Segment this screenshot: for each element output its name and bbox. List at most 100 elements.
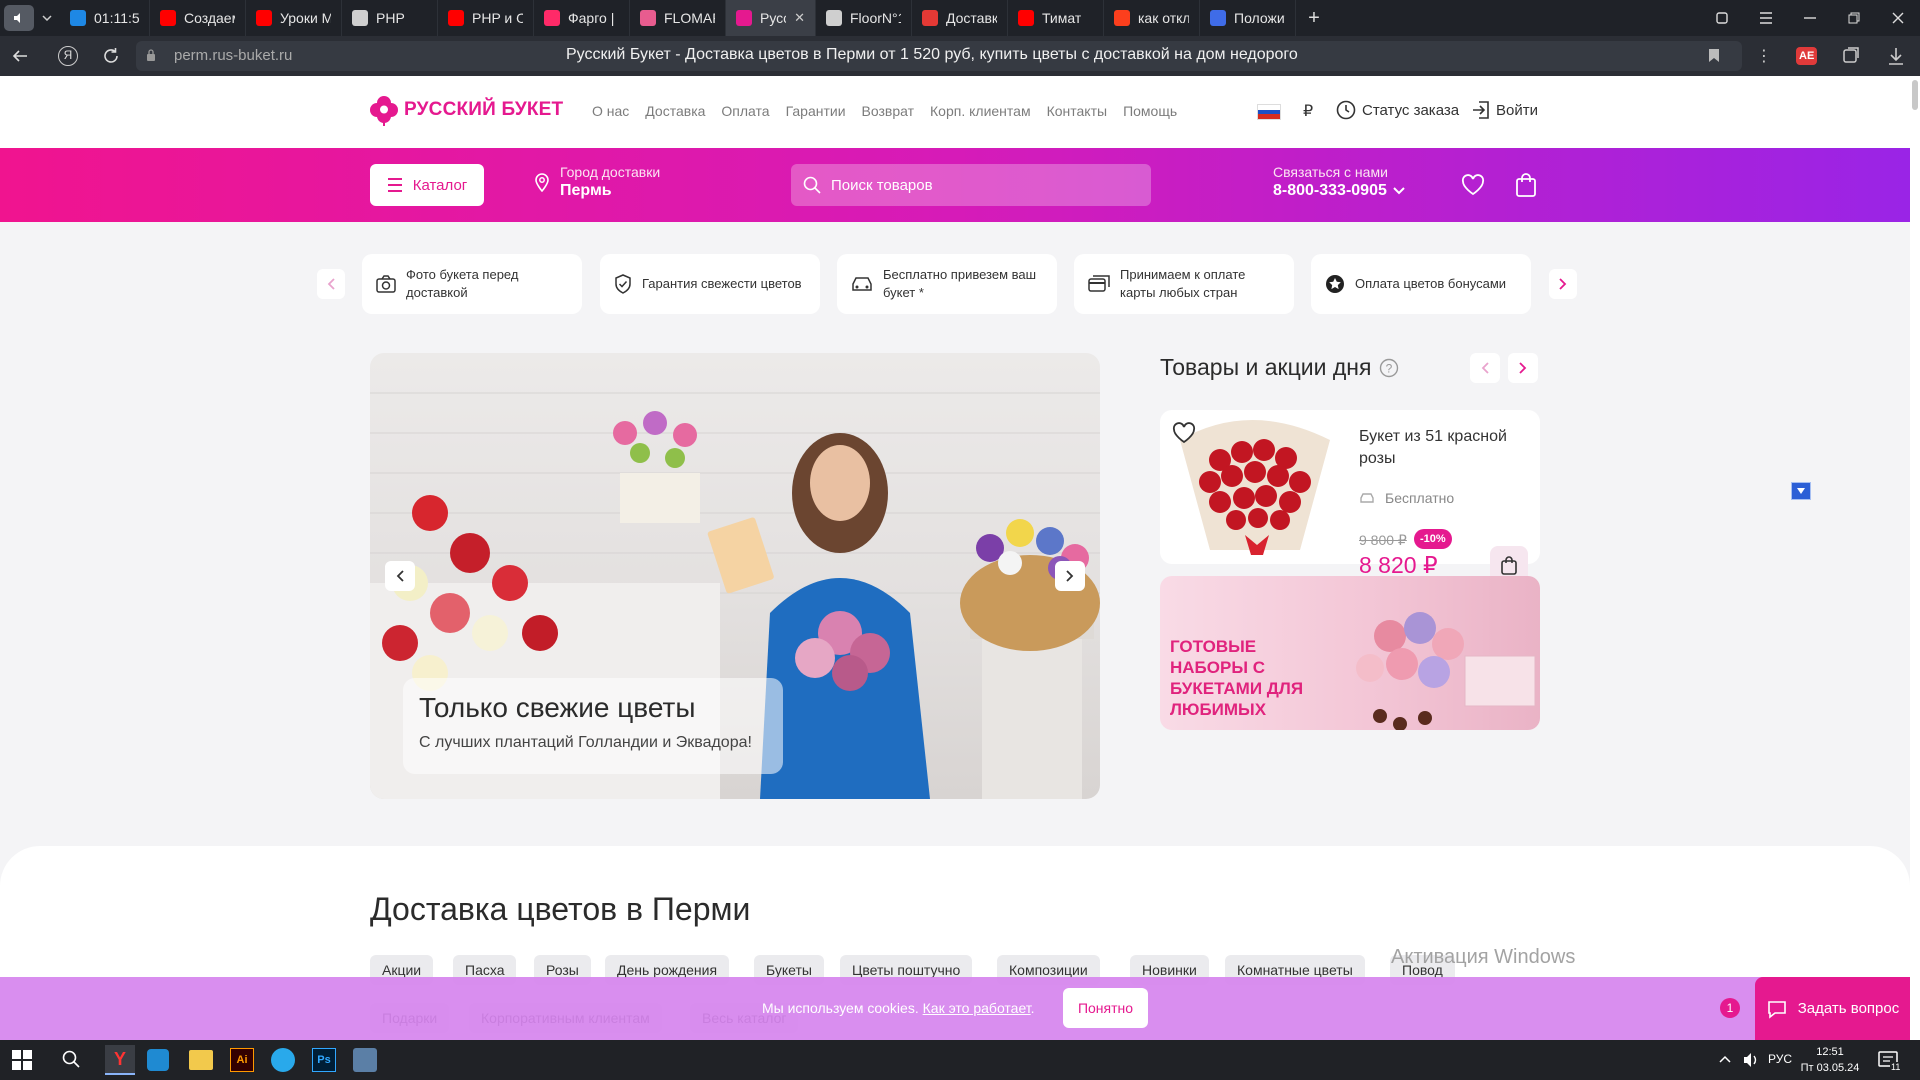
more-icon[interactable]: ⋮ (1756, 46, 1772, 66)
currency-selector[interactable]: ₽ (1303, 101, 1313, 121)
download-icon[interactable] (1888, 47, 1904, 65)
tab-audio-button[interactable] (4, 5, 34, 31)
floating-widget-icon[interactable] (1791, 482, 1811, 500)
order-status-link[interactable]: Статус заказа (1336, 100, 1459, 120)
tray-chevron-up-icon[interactable] (1719, 1055, 1731, 1063)
browser-tab[interactable]: PHP (342, 0, 438, 36)
taskbar-photoshop-icon[interactable]: Ps (312, 1048, 336, 1072)
feature-item[interactable]: Бесплатно привезем ваш букет * (837, 254, 1057, 314)
hero-prev-button[interactable] (385, 561, 415, 591)
tab-close-icon[interactable]: ✕ (794, 10, 805, 26)
cookie-text: Мы используем cookies. Как это работает. (762, 1000, 1035, 1016)
feature-item[interactable]: Оплата цветов бонусами (1311, 254, 1531, 314)
nav-link[interactable]: Корп. клиентам (930, 103, 1031, 119)
browser-tab[interactable]: Уроки MySC (246, 0, 342, 36)
maximize-button[interactable] (1832, 12, 1876, 24)
product-card[interactable]: Букет из 51 красной розы Бесплатно 9 800… (1160, 410, 1540, 584)
feature-item[interactable]: Фото букета перед доставкой (362, 254, 582, 314)
cart-bag-icon[interactable] (1515, 172, 1537, 198)
taskbar-app-icon[interactable] (353, 1048, 377, 1072)
taskbar-illustrator-icon[interactable]: Ai (230, 1048, 254, 1072)
yandex-icon[interactable]: Я (58, 46, 78, 66)
city-selector[interactable]: Город доставки Пермь (534, 164, 660, 200)
taskbar-telegram-icon[interactable] (271, 1048, 295, 1072)
cookie-accept-button[interactable]: Понятно (1063, 988, 1148, 1028)
promo-banner[interactable]: ГОТОВЫЕ НАБОРЫ С БУКЕТАМИ ДЛЯ ЛЮБИМЫХ (1160, 576, 1540, 730)
start-button[interactable] (12, 1050, 32, 1070)
browser-tab[interactable]: Положител (1200, 0, 1296, 36)
clock-date: Пт 03.05.24 (1800, 1062, 1860, 1074)
back-button[interactable] (12, 48, 28, 64)
language-flag-icon[interactable] (1257, 104, 1281, 120)
reload-button[interactable] (102, 47, 120, 65)
hero-slider[interactable]: Только свежие цветы С лучших плантаций Г… (370, 353, 1100, 799)
chat-icon (1767, 1000, 1786, 1019)
nav-link[interactable]: Возврат (862, 103, 915, 119)
favorites-heart-icon[interactable] (1461, 174, 1485, 196)
browser-tab[interactable]: Фарго | ВКо (534, 0, 630, 36)
taskbar-yandex-browser-icon[interactable]: Y (105, 1045, 135, 1075)
profile-icon[interactable] (1842, 47, 1860, 65)
tabs-dropdown-icon[interactable] (34, 15, 60, 21)
chevron-right-icon (1559, 278, 1567, 290)
ask-question-button[interactable]: Задать вопрос (1755, 977, 1910, 1040)
tab-title: Русский (760, 10, 786, 26)
feature-text: Фото букета перед доставкой (406, 267, 519, 300)
page-scrollbar[interactable] (1910, 76, 1920, 1040)
new-tab-button[interactable]: + (1296, 7, 1332, 30)
scrollbar-thumb[interactable] (1912, 80, 1918, 110)
language-indicator[interactable]: РУС (1768, 1052, 1792, 1066)
minimize-button[interactable] (1788, 17, 1832, 19)
nav-link[interactable]: Оплата (721, 103, 769, 119)
tab-title: Уроки MySC (280, 10, 331, 26)
browser-tab[interactable]: 01:11:57.92 (60, 0, 150, 36)
search-field[interactable]: Поиск товаров (791, 164, 1151, 206)
login-link[interactable]: Войти (1472, 100, 1538, 120)
contact-block[interactable]: Связаться с нами 8-800-333-0905 (1273, 164, 1405, 200)
browser-tab[interactable]: Тимат (1008, 0, 1104, 36)
logo[interactable]: РУССКИЙ БУКЕТ (370, 94, 563, 126)
browser-tab[interactable]: как отключ (1104, 0, 1200, 36)
feature-item[interactable]: Гарантия свежести цветов (600, 254, 820, 314)
close-window-button[interactable] (1876, 12, 1920, 24)
feature-text: Оплата цветов бонусами (1355, 276, 1507, 291)
search-input[interactable]: Поиск товаров (831, 177, 933, 194)
features-prev-button[interactable] (317, 269, 345, 299)
nav-link[interactable]: О нас (592, 103, 629, 119)
nav-link[interactable]: Доставка (645, 103, 705, 119)
browser-tab[interactable]: Русский ✕ (726, 0, 816, 36)
catalog-button[interactable]: Каталог (370, 164, 484, 206)
features-next-button[interactable] (1549, 269, 1577, 299)
tab-title: как отключ (1138, 10, 1189, 26)
nav-link[interactable]: Гарантии (786, 103, 846, 119)
deals-prev-button[interactable] (1470, 353, 1500, 383)
clock[interactable]: 12:51 Пт 03.05.24 (1800, 1044, 1860, 1076)
browser-tab[interactable]: FloorN°1 (816, 0, 912, 36)
notifications-count: 11 (1890, 1062, 1902, 1072)
favorite-heart-icon[interactable] (1172, 422, 1196, 444)
browser-tab[interactable]: Создаем пр (150, 0, 246, 36)
product-name[interactable]: Букет из 51 красной розы (1359, 426, 1529, 470)
feature-text: Бесплатно привезем ваш букет * (883, 267, 1037, 300)
collections-icon[interactable] (1700, 11, 1744, 25)
browser-tab[interactable]: PHP и ООП. (438, 0, 534, 36)
hero-next-button[interactable] (1055, 561, 1085, 591)
taskbar-search-icon[interactable] (62, 1050, 80, 1068)
feature-text: Принимаем к оплате карты любых стран (1120, 267, 1246, 300)
taskbar-vscode-icon[interactable] (147, 1049, 169, 1071)
tab-favicon-icon (1114, 10, 1130, 26)
taskbar-explorer-icon[interactable] (189, 1050, 213, 1070)
extension-badge[interactable]: AE (1796, 47, 1818, 65)
feature-item[interactable]: Принимаем к оплате карты любых стран (1074, 254, 1294, 314)
nav-link[interactable]: Контакты (1047, 103, 1107, 119)
cookie-link[interactable]: Как это работает (923, 1000, 1031, 1016)
bookmark-icon[interactable] (1708, 48, 1720, 63)
browser-tab[interactable]: Доставка ц (912, 0, 1008, 36)
menu-icon[interactable] (1744, 12, 1788, 24)
nav-link[interactable]: Помощь (1123, 103, 1177, 119)
location-pin-icon (535, 173, 549, 192)
hero-subtitle: С лучших плантаций Голландии и Эквадора! (419, 734, 752, 751)
volume-icon[interactable] (1742, 1052, 1760, 1068)
browser-tab[interactable]: FLOMARKE (630, 0, 726, 36)
deals-next-button[interactable] (1508, 353, 1538, 383)
